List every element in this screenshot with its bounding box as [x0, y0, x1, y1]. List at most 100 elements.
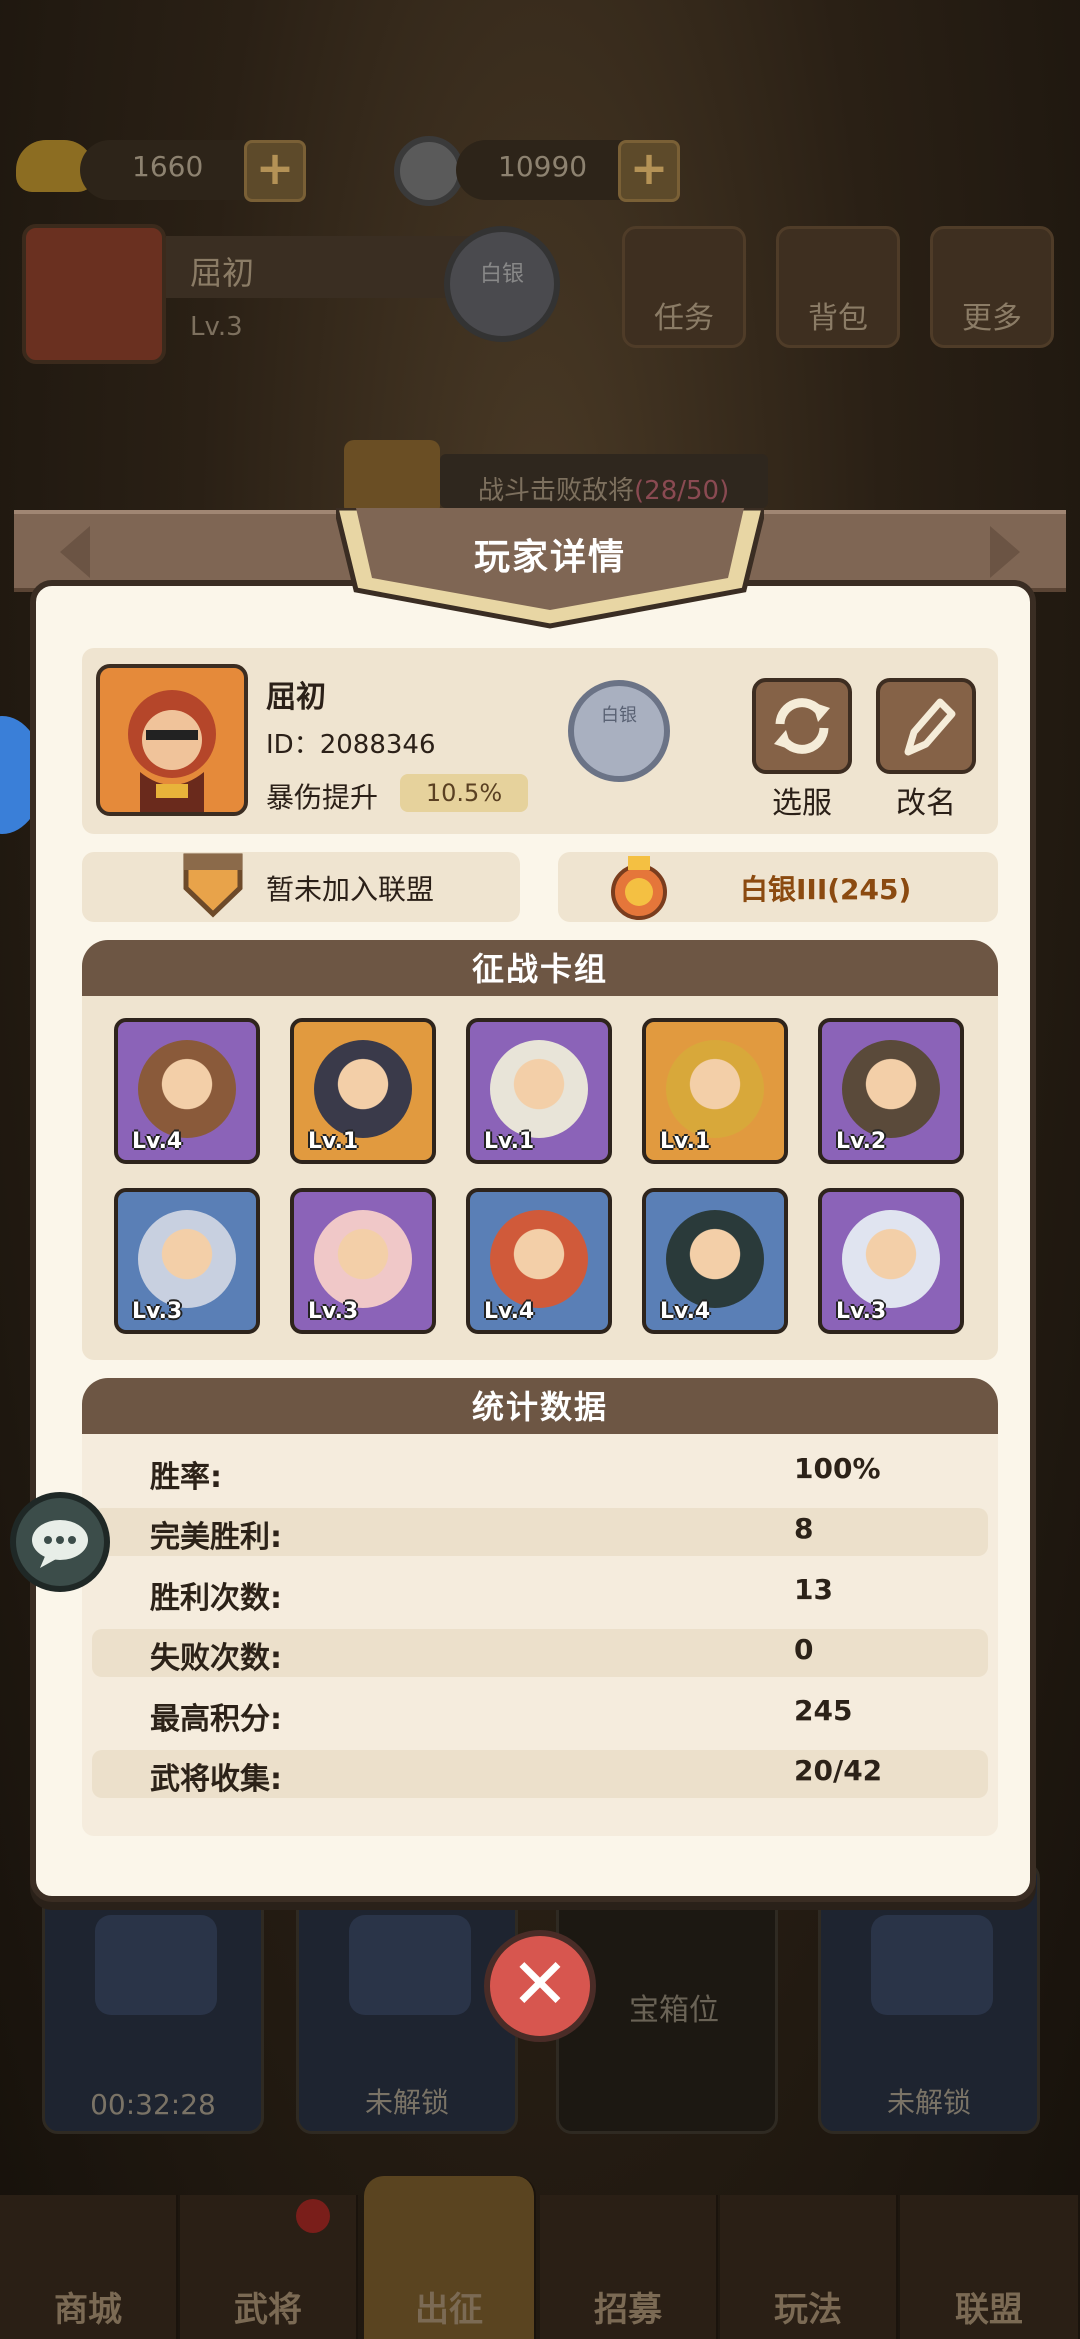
quest-button[interactable]: 任务 — [622, 226, 746, 348]
close-button[interactable]: ✕ — [484, 1930, 596, 2042]
add-ingot-button[interactable]: + — [244, 140, 306, 202]
stat-label: 最高积分: — [150, 1702, 282, 1737]
crit-label: 暴伤提升 — [266, 781, 379, 814]
chest-icon — [95, 1915, 217, 2015]
hero-portrait-icon — [314, 1040, 412, 1138]
stat-row: 完美胜利: 8 — [92, 1508, 988, 1556]
hero-portrait-icon — [138, 1040, 236, 1138]
hero-card[interactable]: Lv.4 — [466, 1188, 612, 1334]
rank-text: 白银III(245) — [740, 873, 912, 906]
quest-text-label: 战斗击败敌将 — [478, 476, 635, 506]
stat-label: 武将收集: — [150, 1762, 282, 1797]
chest-timer: 00:32:28 — [90, 2088, 216, 2121]
hero-portrait-icon — [138, 1210, 236, 1308]
hero-level: Lv.3 — [308, 1299, 359, 1324]
stat-value: 100% — [794, 1452, 881, 1485]
stat-row: 武将收集: 20/42 — [92, 1750, 988, 1798]
crit-value-badge: 10.5% — [400, 774, 528, 812]
player-name: 屈初 — [266, 680, 326, 715]
quest-progress: (28/50) — [634, 476, 730, 506]
hero-level: Lv.4 — [484, 1299, 535, 1324]
hero-level: Lv.1 — [308, 1129, 359, 1154]
hero-card[interactable]: Lv.2 — [818, 1018, 964, 1164]
hero-level: Lv.3 — [132, 1299, 183, 1324]
switch-server-label: 选服 — [772, 786, 832, 821]
stat-label: 胜利次数: — [150, 1581, 282, 1616]
bag-button[interactable]: 背包 — [776, 226, 900, 348]
hero-portrait-icon — [666, 1210, 764, 1308]
dialog-title: 玩家详情 — [473, 537, 626, 578]
hero-level: Lv.4 — [132, 1129, 183, 1154]
chest-slot-4[interactable]: 未解锁 — [818, 1862, 1040, 2134]
chest-icon — [349, 1915, 471, 2015]
add-coin-button[interactable]: + — [618, 140, 680, 202]
nav-play[interactable]: 玩法 — [720, 2195, 898, 2339]
hero-portrait-icon — [842, 1210, 940, 1308]
rank-badge-text: 白银 — [601, 705, 637, 726]
more-button[interactable]: 更多 — [930, 226, 1054, 348]
ribbon-left-arrow-icon — [60, 526, 90, 578]
nav-battle[interactable]: 出征 — [364, 2176, 536, 2339]
quest-icon — [344, 440, 440, 516]
bg-rank-badge-text: 白银 — [479, 262, 524, 287]
stat-label: 完美胜利: — [150, 1520, 282, 1555]
stat-value: 8 — [794, 1512, 814, 1545]
notification-dot-icon — [296, 2199, 330, 2233]
nav-heroes-label: 武将 — [234, 2290, 302, 2330]
stat-row: 最高积分: 245 — [92, 1690, 988, 1738]
hero-level: Lv.3 — [836, 1299, 887, 1324]
player-avatar[interactable] — [96, 664, 248, 816]
stat-row: 胜利次数: 13 — [92, 1569, 988, 1617]
chest-locked-label: 未解锁 — [364, 2086, 449, 2119]
nav-shop-label: 商城 — [54, 2290, 122, 2330]
hero-portrait-icon — [842, 1040, 940, 1138]
pencil-icon — [904, 698, 956, 756]
hero-level: Lv.1 — [660, 1129, 711, 1154]
coin-icon — [394, 136, 464, 206]
refresh-icon — [774, 698, 830, 754]
rename-button[interactable] — [876, 678, 976, 774]
stat-value: 20/42 — [794, 1754, 883, 1787]
player-avatar-bg[interactable] — [22, 224, 166, 364]
hero-card[interactable]: Lv.1 — [642, 1018, 788, 1164]
nav-heroes[interactable]: 武将 — [180, 2195, 358, 2339]
rename-label: 改名 — [896, 786, 956, 821]
hero-card[interactable]: Lv.1 — [466, 1018, 612, 1164]
avatar-portrait-icon — [128, 690, 216, 812]
hero-card[interactable]: Lv.3 — [290, 1188, 436, 1334]
hero-card[interactable]: Lv.4 — [114, 1018, 260, 1164]
rank-medal-icon — [611, 856, 667, 920]
ribbon-right-arrow-icon — [990, 526, 1020, 578]
nav-recruit[interactable]: 招募 — [540, 2195, 718, 2339]
hero-card[interactable]: Lv.1 — [290, 1018, 436, 1164]
alliance-status: 暂未加入联盟 — [266, 873, 435, 906]
hero-card[interactable]: Lv.3 — [818, 1188, 964, 1334]
bg-player-name: 屈初 — [190, 254, 255, 292]
nav-recruit-label: 招募 — [594, 2290, 662, 2330]
hero-level: Lv.4 — [660, 1299, 711, 1324]
quest-text: 战斗击败敌将(28/50) — [478, 470, 729, 507]
chest-icon — [871, 1915, 993, 2015]
stat-row: 失败次数: 0 — [92, 1629, 988, 1677]
hero-card[interactable]: Lv.4 — [642, 1188, 788, 1334]
stat-row: 胜率: 100% — [92, 1448, 988, 1496]
nav-shop[interactable]: 商城 — [0, 2195, 178, 2339]
deck-header: 征战卡组 — [82, 940, 998, 996]
stat-value: 13 — [794, 1573, 833, 1606]
stat-label: 失败次数: — [150, 1641, 282, 1676]
player-id: ID：2088346 — [266, 730, 436, 760]
rank-badge-icon: 白银 — [568, 680, 670, 782]
close-icon: ✕ — [510, 1943, 570, 2025]
switch-server-button[interactable] — [752, 678, 852, 774]
chest-empty-label: 宝箱位 — [629, 1993, 719, 2028]
hero-portrait-icon — [490, 1210, 588, 1308]
hero-level: Lv.2 — [836, 1129, 887, 1154]
coin-value: 10990 — [498, 150, 588, 183]
nav-alliance[interactable]: 联盟 — [900, 2195, 1080, 2339]
stat-label: 胜率: — [150, 1460, 222, 1495]
chest-slot-1[interactable]: 00:32:28 — [42, 1862, 264, 2134]
chest-locked-label: 未解锁 — [886, 2086, 971, 2119]
hero-card[interactable]: Lv.3 — [114, 1188, 260, 1334]
hero-level: Lv.1 — [484, 1129, 535, 1154]
chat-button[interactable] — [10, 1492, 110, 1592]
